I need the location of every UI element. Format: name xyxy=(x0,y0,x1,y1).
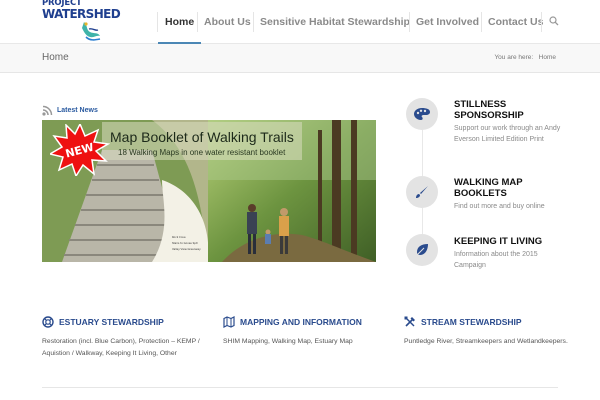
column-title[interactable]: MAPPING AND INFORMATION xyxy=(240,317,362,327)
svg-text:Rock Cove: Rock Cove xyxy=(172,235,186,239)
nav-divider xyxy=(541,12,542,32)
search-icon[interactable] xyxy=(549,16,559,26)
column-estuary-stewardship: ESTUARY STEWARDSHIP Restoration (incl. B… xyxy=(42,316,212,359)
feature-title[interactable]: STILLNESS SPONSORSHIP xyxy=(454,99,574,121)
nav-contact-us[interactable]: Contact Us xyxy=(488,0,543,44)
palette-icon xyxy=(406,98,438,130)
tools-icon xyxy=(404,316,415,327)
nav-divider xyxy=(409,12,410,32)
nav-divider xyxy=(253,12,254,32)
banner-subtitle: 18 Walking Maps in one water resistant b… xyxy=(118,148,286,157)
column-desc: Restoration (incl. Blue Carbon), Protect… xyxy=(42,338,200,357)
breadcrumb: You are here: Home xyxy=(494,54,556,61)
brush-icon xyxy=(406,176,438,208)
nav-divider xyxy=(481,12,482,32)
column-desc: SHIM Mapping, Walking Map, Estuary Map xyxy=(223,338,353,345)
page-title[interactable]: Home xyxy=(42,52,69,63)
feature-stillness-sponsorship[interactable]: STILLNESS SPONSORSHIP Support our work t… xyxy=(406,98,566,158)
logo-text-watershed: WATERSHED xyxy=(42,7,121,21)
column-desc: Puntledge River, Streamkeepers and Wetla… xyxy=(404,338,568,345)
rss-icon xyxy=(42,105,53,116)
feature-title[interactable]: WALKING MAP BOOKLETS xyxy=(454,177,574,199)
feature-desc: Support our work through an Andy Everson… xyxy=(454,125,561,143)
heron-logo-icon xyxy=(82,22,101,41)
feature-title[interactable]: KEEPING IT LIVING xyxy=(454,236,574,247)
column-mapping-and-information: MAPPING AND INFORMATION SHIM Mapping, Wa… xyxy=(223,316,393,348)
column-stream-stewardship: STREAM STEWARDSHIP Puntledge River, Stre… xyxy=(404,316,574,348)
nav-home[interactable]: Home xyxy=(157,0,202,44)
latest-news-label[interactable]: Latest News xyxy=(57,107,98,114)
feature-desc: Information about the 2015 Campaign xyxy=(454,251,538,269)
page-title-bar: Home You are here: Home xyxy=(0,44,600,73)
svg-text:Valley View Greenway: Valley View Greenway xyxy=(172,247,201,251)
site-header: PROJECT WATERSHED Home About Us Sensitiv… xyxy=(0,0,600,44)
new-badge-burst: NEW xyxy=(50,124,110,176)
news-banner-image[interactable]: Rock Cove Stairs to Goose Spit Valley Vi… xyxy=(42,120,376,262)
breadcrumb-current[interactable]: Home xyxy=(539,54,556,61)
nav-sensitive-habitat-stewardship[interactable]: Sensitive Habitat Stewardship xyxy=(260,0,410,44)
latest-news-heading: Latest News xyxy=(42,104,98,116)
feature-keeping-it-living[interactable]: KEEPING IT LIVING Information about the … xyxy=(406,234,566,274)
column-title[interactable]: ESTUARY STEWARDSHIP xyxy=(59,317,164,327)
nav-get-involved[interactable]: Get Involved xyxy=(416,0,479,44)
banner-title: Map Booklet of Walking Trails xyxy=(110,129,294,145)
breadcrumb-prefix: You are here: xyxy=(494,54,534,61)
feature-walking-map-booklets[interactable]: WALKING MAP BOOKLETS Find out more and b… xyxy=(406,176,566,216)
leaf-icon xyxy=(406,234,438,266)
lifebuoy-icon xyxy=(42,316,54,328)
svg-text:Stairs to Goose Spit: Stairs to Goose Spit xyxy=(172,241,198,245)
site-logo[interactable]: PROJECT WATERSHED xyxy=(42,0,121,44)
map-icon xyxy=(223,316,235,328)
nav-divider xyxy=(197,12,198,32)
column-title[interactable]: STREAM STEWARDSHIP xyxy=(421,317,522,327)
nav-divider xyxy=(157,12,158,32)
section-divider xyxy=(42,387,558,388)
nav-about-us[interactable]: About Us xyxy=(204,0,251,44)
feature-desc: Find out more and buy online xyxy=(454,203,545,210)
